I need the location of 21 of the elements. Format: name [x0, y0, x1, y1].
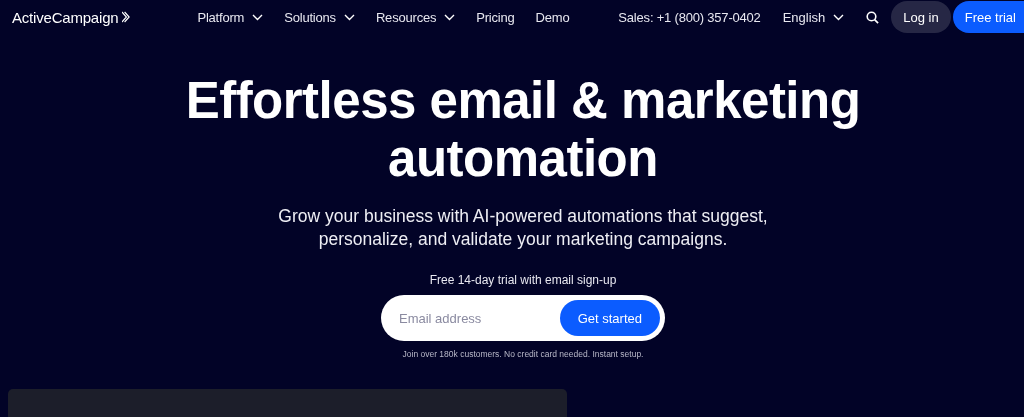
nav-link[interactable]: Demo [535, 9, 570, 25]
caret-icon [833, 13, 845, 21]
nav-link[interactable]: Resources [375, 9, 456, 25]
subtitle: Grow your business with AI-powered automations that suggest, personalize, and validate your marketing campaigns. [278, 205, 768, 251]
nav-link[interactable]: Platform [197, 9, 264, 25]
language-selector[interactable]: English [782, 9, 845, 25]
get-started-button[interactable]: Get started [559, 300, 660, 336]
signup-footnote: Join over 180k customers. No credit card needed. Instant setup. [402, 349, 644, 359]
logo-text[interactable]: ActiveCampaign [12, 8, 119, 26]
chevron-icon [122, 11, 132, 23]
login-button[interactable]: Log in [891, 1, 951, 33]
nav-link[interactable]: Pricing [476, 9, 515, 25]
caret-icon [444, 13, 456, 21]
caret-icon [252, 13, 264, 21]
headline: Effortless email & marketing automation [185, 72, 861, 188]
free-trial-button[interactable]: Free trial [952, 1, 1024, 33]
caret-icon [343, 13, 355, 21]
nav-link[interactable]: Solutions [284, 9, 355, 25]
search-icon[interactable] [866, 10, 880, 24]
sales-phone[interactable]: Sales: +1 (800) 357-0402 [618, 9, 761, 25]
trial-note: Free 14-day trial with email sign-up [429, 273, 617, 287]
